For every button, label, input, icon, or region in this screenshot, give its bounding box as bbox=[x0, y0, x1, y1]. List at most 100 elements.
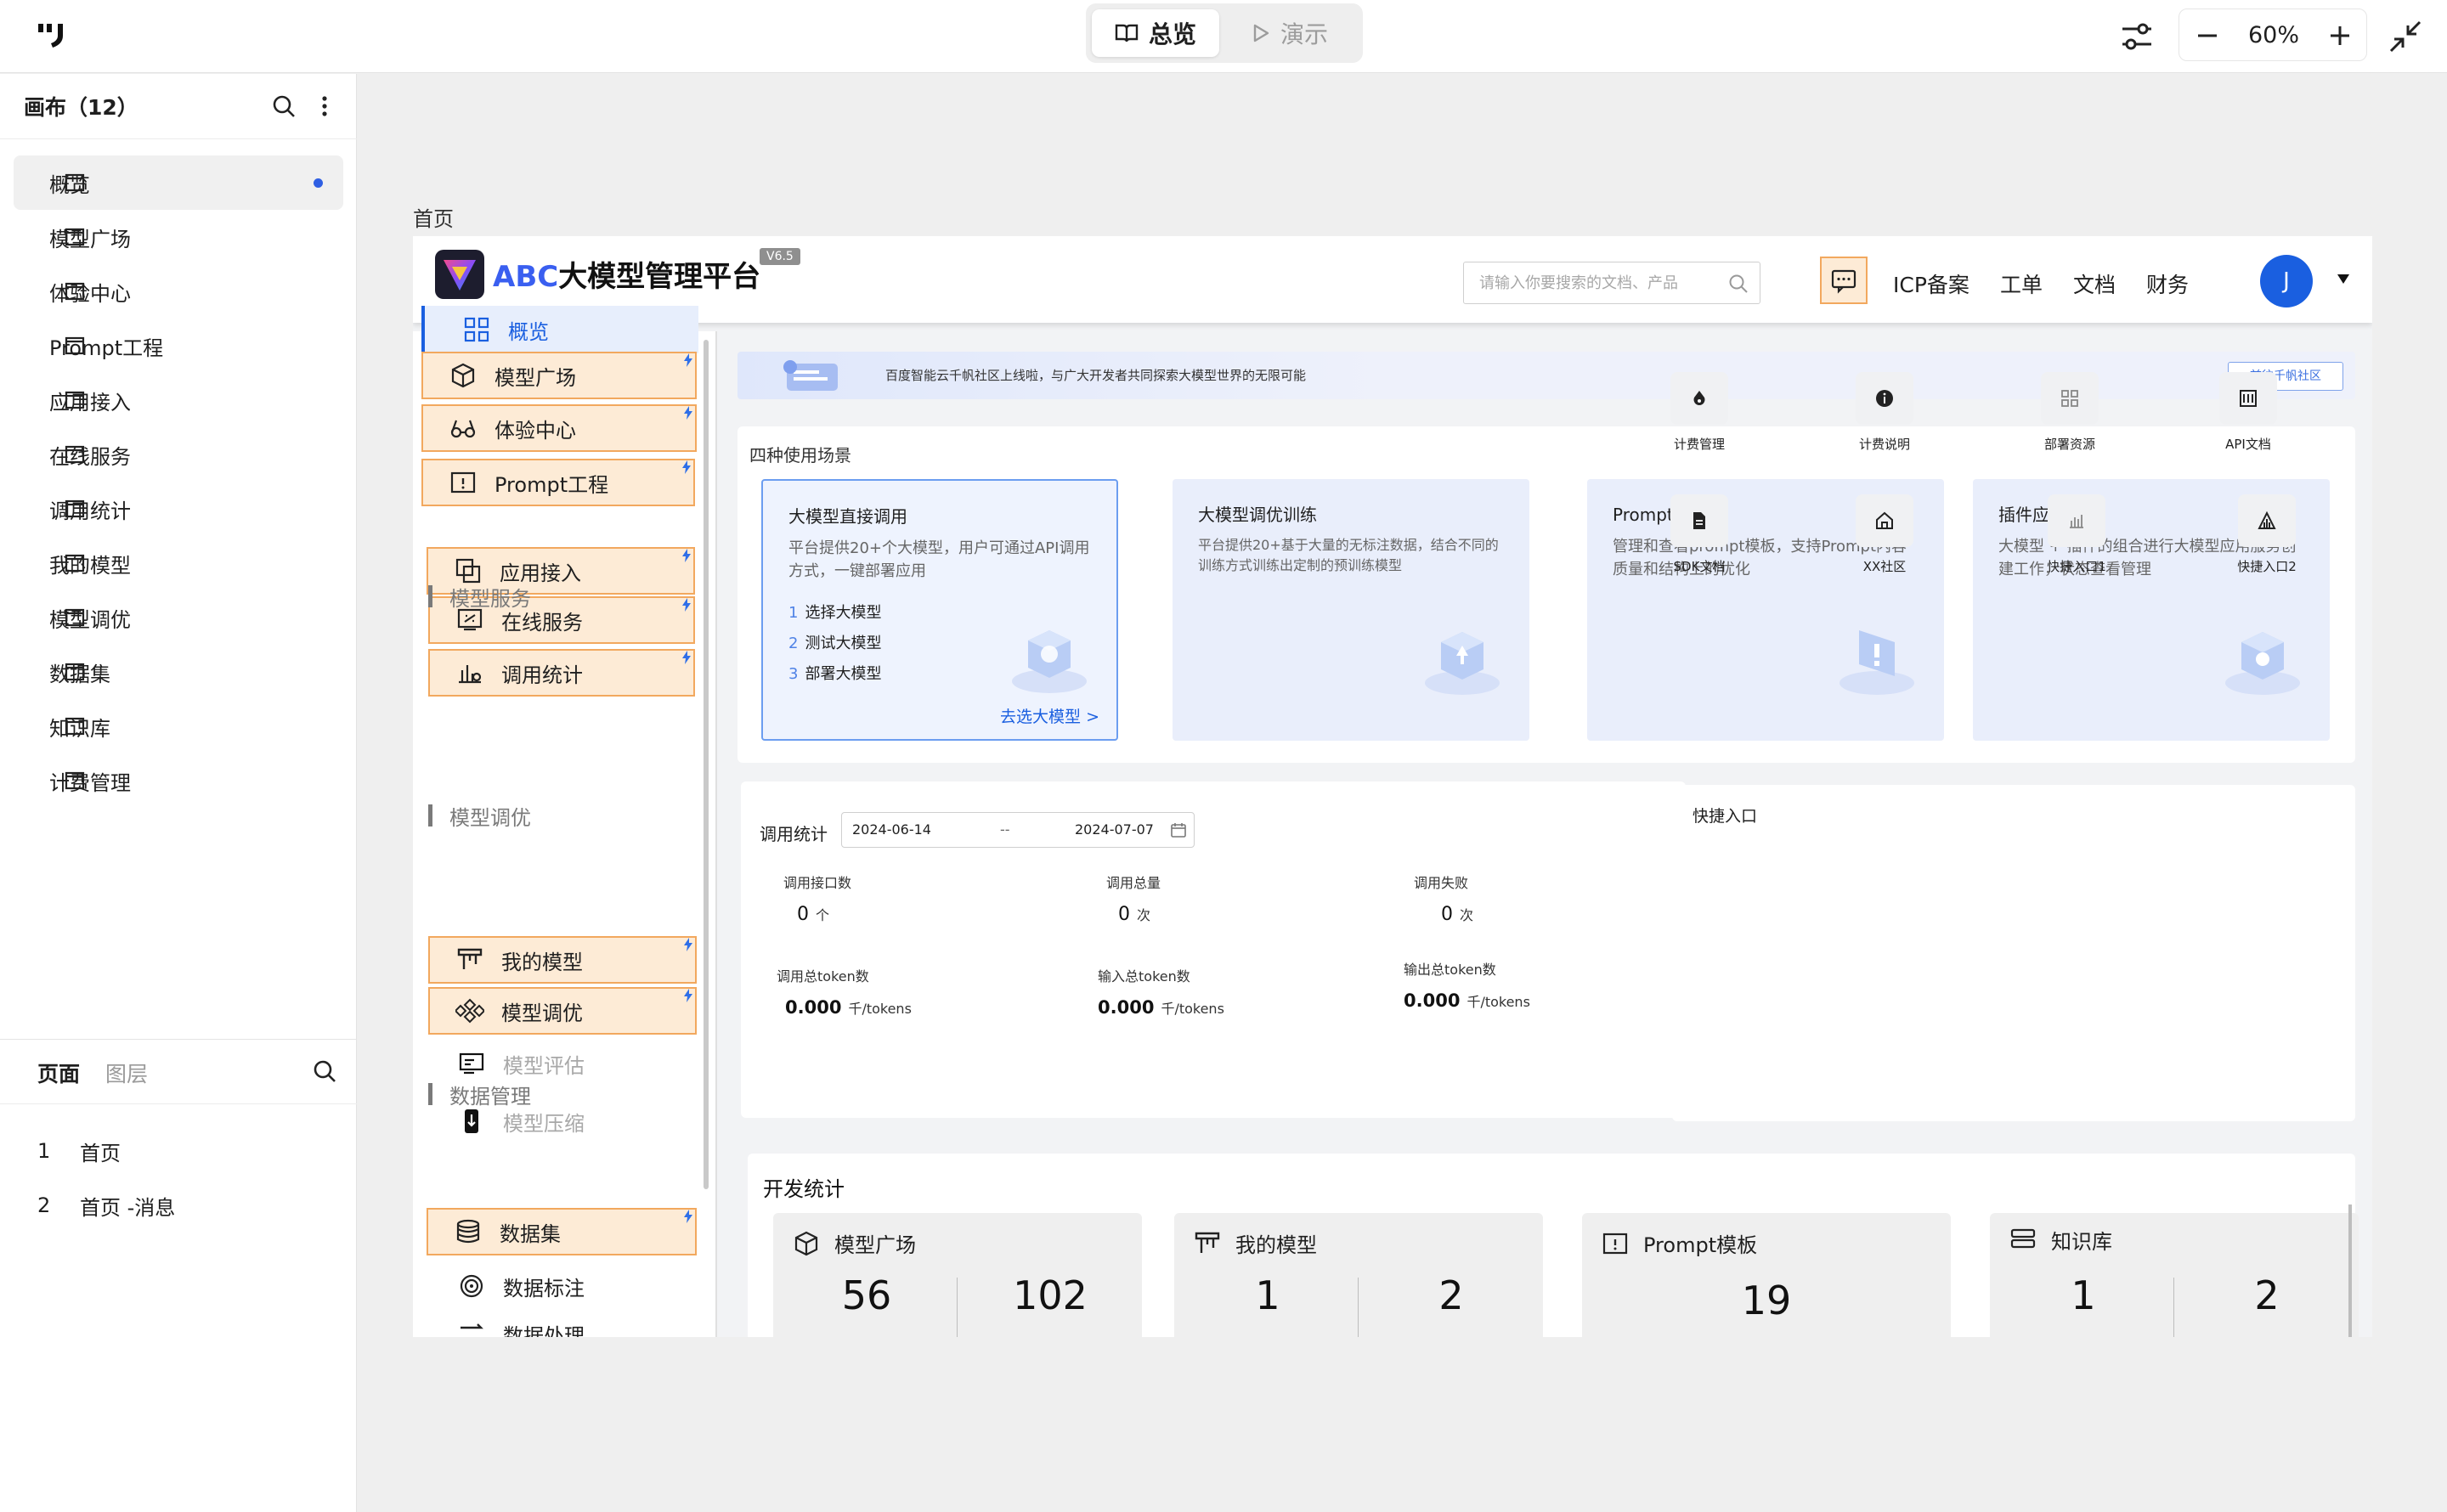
overview-mode-button[interactable]: 总览 bbox=[1092, 9, 1219, 57]
frame-icon bbox=[65, 282, 85, 301]
header-link-finance[interactable]: 财务 bbox=[2146, 268, 2189, 299]
quick-entry-label: 快捷入口1 bbox=[2047, 559, 2106, 574]
version-badge: V6.5 bbox=[760, 248, 800, 265]
quick-entry-item[interactable]: 部署资源 bbox=[2010, 372, 2129, 453]
page-item[interactable]: 2 首页 -消息 bbox=[37, 1178, 175, 1233]
active-dot bbox=[314, 178, 323, 188]
header-link-ticket[interactable]: 工单 bbox=[2000, 268, 2043, 299]
stat-value: 0次 bbox=[1106, 904, 1161, 925]
choose-model-link[interactable]: 去选大模型 > bbox=[1000, 704, 1099, 727]
canvas-item[interactable]: 概览 bbox=[14, 155, 343, 210]
nav-item-label: 我的模型 bbox=[501, 950, 583, 974]
search-icon[interactable] bbox=[1727, 273, 1749, 295]
content-scrollbar[interactable] bbox=[2348, 1205, 2352, 1337]
quick-entry-item[interactable]: API文档 bbox=[2189, 372, 2308, 453]
more-vertical-icon[interactable] bbox=[314, 93, 335, 120]
dev-card-model-square[interactable]: 模型广场 56 102 bbox=[773, 1213, 1142, 1337]
stat-label: 调用接口数 bbox=[783, 875, 852, 891]
scenario-desc: 平台提供20+基于大量的无标注数据，结合不同的训练方式训练出定制的预训练模型 bbox=[1198, 537, 1499, 573]
info-icon bbox=[1876, 390, 1893, 407]
canvas-item[interactable]: 计费管理 bbox=[14, 753, 343, 808]
nav-item[interactable]: 模型调优 bbox=[428, 987, 697, 1035]
left-panel: 画布（12） 概览 模型广场 体验中心 Prompt工程 应用接入 在线服务 调用统计 我的模… bbox=[0, 74, 357, 1512]
dev-card-name: 知识库 bbox=[2051, 1230, 2112, 1254]
canvas-item[interactable]: Prompt工程 bbox=[14, 319, 343, 373]
quick-entry-item[interactable]: XX社区 bbox=[1825, 494, 1944, 575]
user-avatar[interactable]: J bbox=[2260, 255, 2313, 307]
message-button[interactable] bbox=[1820, 257, 1868, 304]
nav-item[interactable]: 数据处理 bbox=[432, 1310, 698, 1337]
compress-icon bbox=[465, 1109, 478, 1133]
date-range-picker[interactable]: 2024-06-14 -- 2024-07-07 bbox=[841, 812, 1195, 848]
platform-search-input[interactable]: 请输入你要搜索的文档、产品 bbox=[1463, 262, 1760, 304]
api-doc-icon bbox=[2240, 390, 2257, 407]
quick-entry-icon-box bbox=[1856, 494, 1913, 547]
tab-layers[interactable]: 图层 bbox=[105, 1058, 148, 1088]
stat-output-tokens: 输出总token数 0.000 千/tokens bbox=[1404, 958, 1530, 1011]
stat-number: 0 bbox=[1118, 904, 1130, 925]
caret-down-icon[interactable] bbox=[2335, 270, 2352, 287]
scenario-step[interactable]: 3 部署大模型 bbox=[788, 659, 881, 690]
nav-item-label: 模型评估 bbox=[503, 1053, 585, 1078]
scenario-card-direct-call[interactable]: 大模型直接调用 平台提供20+个大模型，用户可通过API调用方式，一键部署应用 … bbox=[761, 479, 1118, 741]
scenario-card-fine-tune[interactable]: 大模型调优训练 平台提供20+基于大量的无标注数据，结合不同的训练方式训练出定制… bbox=[1173, 479, 1529, 741]
sidebar-scrollbar[interactable] bbox=[704, 340, 709, 1189]
nav-item[interactable]: 数据集 bbox=[427, 1208, 697, 1255]
eval-icon bbox=[459, 1052, 484, 1075]
step-number: 1 bbox=[788, 604, 799, 622]
nav-item[interactable]: 模型广场 bbox=[421, 352, 697, 399]
nav-item[interactable]: Prompt工程 bbox=[421, 459, 695, 506]
nav-item[interactable]: 我的模型 bbox=[428, 936, 697, 984]
canvas-item[interactable]: 体验中心 bbox=[14, 264, 343, 319]
quick-entry-label: SDK文档 bbox=[1673, 559, 1726, 574]
quick-entry-item[interactable]: 快捷入口2 bbox=[2207, 494, 2326, 575]
scenario-panel: 四种使用场景 大模型直接调用 平台提供20+个大模型，用户可通过API调用方式，… bbox=[737, 426, 2355, 763]
nav-item[interactable]: 调用统计 bbox=[428, 649, 695, 697]
canvas-item[interactable]: 数据集 bbox=[14, 645, 343, 699]
quick-entry-item[interactable]: 快捷入口1 bbox=[2017, 494, 2136, 575]
collapse-icon[interactable] bbox=[2386, 17, 2425, 56]
quick-entry-item[interactable]: 计费管理 bbox=[1640, 372, 1759, 453]
zoom-level[interactable]: 60% bbox=[2227, 9, 2320, 62]
scenario-step[interactable]: 2 测试大模型 bbox=[788, 629, 881, 659]
nav-item[interactable]: 概览 bbox=[421, 306, 698, 353]
design-frame[interactable]: ABC大模型管理平台 V6.5 请输入你要搜索的文档、产品 ICP备案 工单 文… bbox=[413, 236, 2372, 1337]
dev-card-prompt-template[interactable]: Prompt模板 19 bbox=[1582, 1213, 1951, 1337]
canvas-item[interactable]: 我的模型 bbox=[14, 536, 343, 590]
zoom-in-icon[interactable] bbox=[2325, 21, 2354, 50]
quick-entry-icon-box bbox=[2238, 494, 2296, 547]
nav-item[interactable]: 体验中心 bbox=[421, 404, 697, 452]
app-logo-icon[interactable] bbox=[36, 19, 70, 53]
canvas-item[interactable]: 应用接入 bbox=[14, 373, 343, 427]
quick-entry-item[interactable]: SDK文档 bbox=[1640, 494, 1759, 575]
quick-entry-icon-box bbox=[2041, 372, 2099, 425]
quick-entry-icon-box bbox=[2219, 372, 2277, 425]
filter-settings-icon[interactable] bbox=[2116, 15, 2158, 58]
nav-item[interactable]: 数据标注 bbox=[432, 1262, 698, 1310]
search-icon[interactable] bbox=[311, 1058, 338, 1085]
header-link-icp[interactable]: ICP备案 bbox=[1893, 268, 1969, 299]
present-mode-button[interactable]: 演示 bbox=[1226, 9, 1353, 57]
step-number: 3 bbox=[788, 665, 799, 683]
dev-card-knowledge-base[interactable]: 知识库 1 2 bbox=[1990, 1213, 2359, 1337]
search-icon[interactable] bbox=[270, 93, 297, 120]
frame-icon bbox=[65, 173, 85, 192]
canvas-item[interactable]: 模型调优 bbox=[14, 590, 343, 645]
canvas-item[interactable]: 知识库 bbox=[14, 699, 343, 753]
stat-value: 0次 bbox=[1414, 904, 1473, 925]
frame-label[interactable]: 首页 bbox=[413, 202, 454, 232]
page-name: 首页 -消息 bbox=[80, 1195, 176, 1220]
quick-entry-item[interactable]: 计费说明 bbox=[1825, 372, 1944, 453]
tab-pages[interactable]: 页面 bbox=[37, 1058, 80, 1088]
page-item[interactable]: 1 首页 bbox=[37, 1124, 175, 1178]
dev-card-number: 56 bbox=[841, 1272, 892, 1318]
quick-entry-label: 部署资源 bbox=[2043, 437, 2095, 452]
canvas-item[interactable]: 模型广场 bbox=[14, 210, 343, 264]
canvas-item[interactable]: 在线服务 bbox=[14, 427, 343, 482]
header-link-docs[interactable]: 文档 bbox=[2073, 268, 2116, 299]
dev-card-my-model[interactable]: 我的模型 1 2 bbox=[1174, 1213, 1543, 1337]
scenario-step[interactable]: 1 选择大模型 bbox=[788, 598, 881, 629]
zoom-out-icon[interactable] bbox=[2193, 21, 2222, 50]
canvas-item[interactable]: 调用统计 bbox=[14, 482, 343, 536]
calendar-icon bbox=[1171, 823, 1186, 838]
